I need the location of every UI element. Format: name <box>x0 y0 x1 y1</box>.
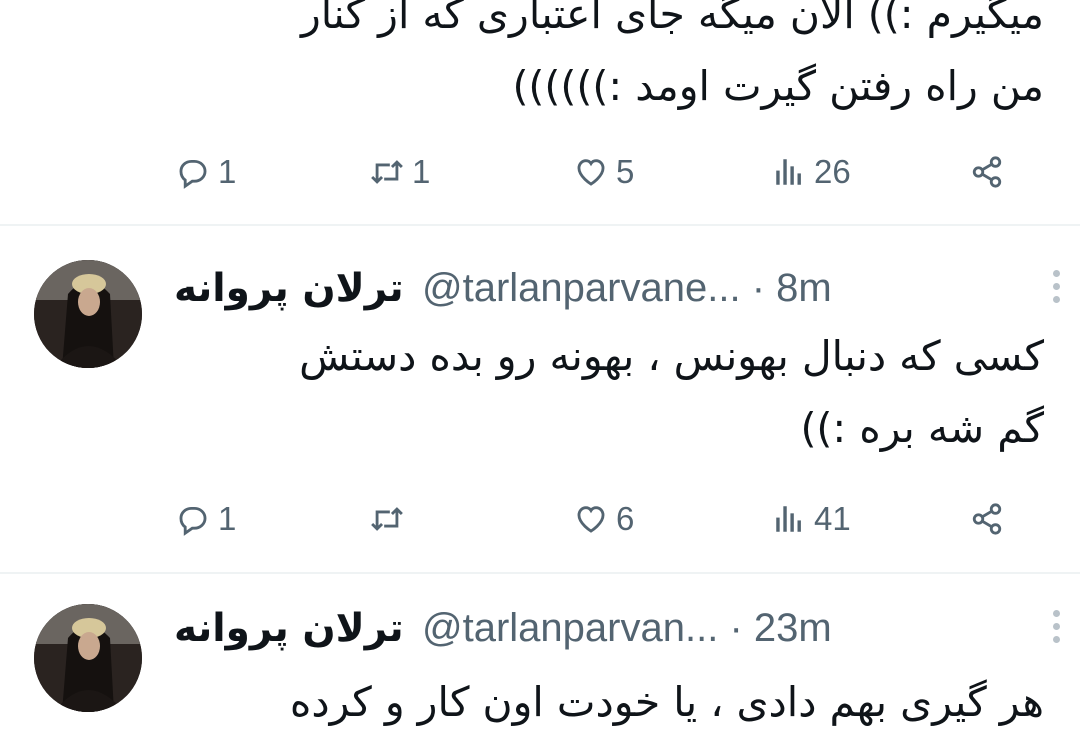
handle-text: @tarlanparvane... <box>422 266 741 310</box>
display-name[interactable]: ترلان پروانه <box>174 266 404 311</box>
tweet-text-line-2: گم شه بره :)) <box>800 404 1044 452</box>
views-icon <box>772 155 806 189</box>
like-count: 6 <box>616 500 635 537</box>
reply-icon <box>176 502 210 536</box>
avatar[interactable] <box>34 260 142 368</box>
tweet-actions: 1 6 41 <box>0 494 1080 544</box>
user-handle[interactable]: @tarlanparvan... · 23m <box>422 606 832 651</box>
like-count: 5 <box>616 153 635 190</box>
timestamp: · 23m <box>729 606 832 650</box>
display-name[interactable]: ترلان پروانه <box>174 606 404 651</box>
tweet-actions: 1 1 5 26 <box>0 147 1080 197</box>
share-button[interactable] <box>970 147 1004 197</box>
like-button[interactable]: 5 <box>574 147 634 197</box>
timestamp: · 8m <box>751 266 832 310</box>
avatar[interactable] <box>34 604 142 712</box>
reply-button[interactable]: 1 <box>176 494 236 544</box>
retweet-icon <box>370 502 404 536</box>
views-count: 41 <box>814 500 851 537</box>
handle-text: @tarlanparvan... <box>422 606 719 650</box>
tweet-text-line-1: کسی که دنبال بهونس ، بهونه رو بده دستش <box>299 332 1044 380</box>
user-handle[interactable]: @tarlanparvane... · 8m <box>422 266 832 311</box>
like-button[interactable]: 6 <box>574 494 634 544</box>
retweet-button[interactable]: 1 <box>370 147 430 197</box>
share-icon <box>970 502 1004 536</box>
more-options-icon[interactable] <box>1050 270 1062 310</box>
share-icon <box>970 155 1004 189</box>
tweet-header: ترلان پروانه @tarlanparvane... · 8m <box>164 264 1060 324</box>
more-options-icon[interactable] <box>1050 610 1062 650</box>
views-button[interactable]: 26 <box>772 147 851 197</box>
tweet-3[interactable]: ترلان پروانه @tarlanparvan... · 23m هر گ… <box>0 574 1080 750</box>
retweet-button[interactable] <box>370 494 412 544</box>
views-button[interactable]: 41 <box>772 494 851 544</box>
retweet-icon <box>370 155 404 189</box>
reply-count: 1 <box>218 153 237 190</box>
retweet-count: 1 <box>412 153 431 190</box>
tweet-text-line-2: من راه رفتن گیرت اومد :)))))) <box>512 62 1044 110</box>
share-button[interactable] <box>970 494 1004 544</box>
tweet-text-line-1: میگیرم :)) الان میگه جای اعتباری که از ک… <box>300 0 1044 38</box>
tweet-header: ترلان پروانه @tarlanparvan... · 23m <box>164 604 1060 664</box>
tweet-2[interactable]: ترلان پروانه @tarlanparvane... · 8m کسی … <box>0 226 1080 572</box>
avatar-image <box>34 260 142 368</box>
tweet-1[interactable]: میگیرم :)) الان میگه جای اعتباری که از ک… <box>0 0 1080 226</box>
like-icon <box>574 155 608 189</box>
tweet-text-line-1: هر گیری بهم دادی ، یا خودت اون کار و کرد… <box>289 678 1044 726</box>
avatar-image <box>34 604 142 712</box>
views-count: 26 <box>814 153 851 190</box>
reply-count: 1 <box>218 500 237 537</box>
views-icon <box>772 502 806 536</box>
reply-button[interactable]: 1 <box>176 147 236 197</box>
like-icon <box>574 502 608 536</box>
reply-icon <box>176 155 210 189</box>
